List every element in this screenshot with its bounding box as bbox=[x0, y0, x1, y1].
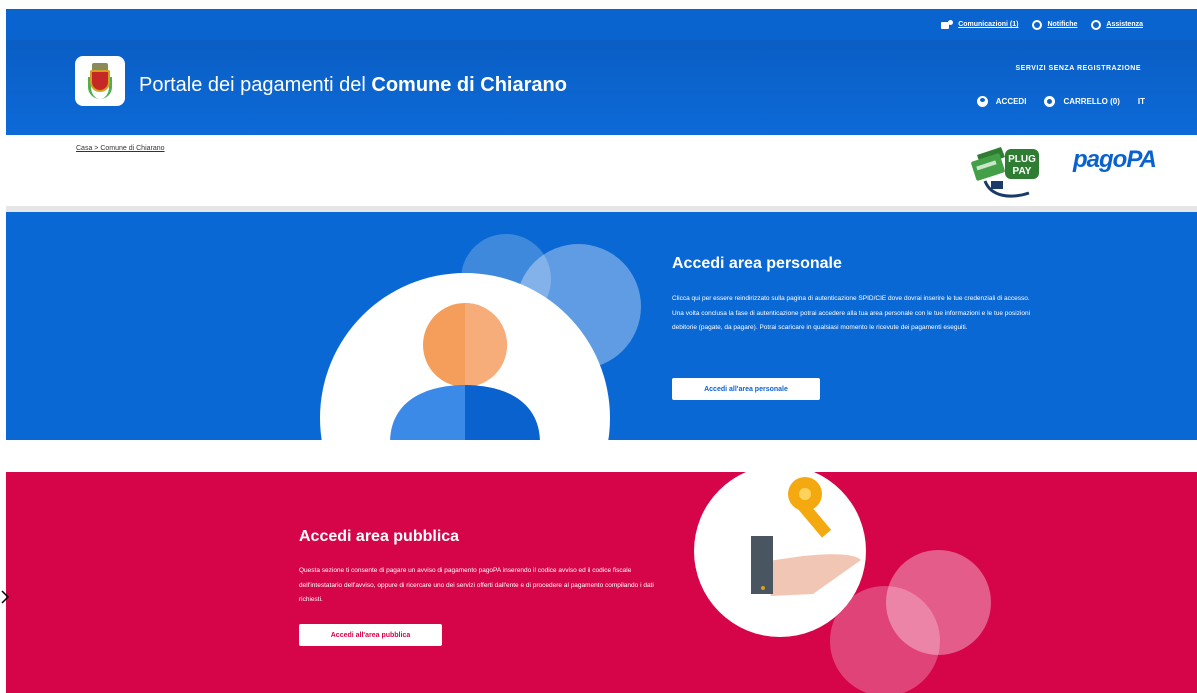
comunicazioni-link[interactable]: Comunicazioni (1) bbox=[941, 19, 1019, 30]
carrello-label: CARRELLO (0) bbox=[1063, 97, 1120, 106]
area-personale-description: Clicca qui per essere reindirizzato sull… bbox=[672, 295, 1031, 331]
area-pubblica-section: Accedi area pubblica Questa sezione ti c… bbox=[6, 472, 1197, 693]
notifiche-link[interactable]: Notifiche bbox=[1032, 19, 1078, 30]
comune-logo[interactable] bbox=[75, 56, 125, 106]
servizi-senza-registrazione-link[interactable]: SERVIZI SENZA REGISTRAZIONE bbox=[1015, 65, 1141, 72]
notification-icon bbox=[1032, 19, 1043, 30]
comunicazioni-label: Comunicazioni (1) bbox=[958, 21, 1019, 28]
plug-pay-line1: PLUG bbox=[1008, 154, 1036, 165]
utility-links: Comunicazioni (1) Notifiche Assistenza bbox=[941, 9, 1143, 40]
top-utility-bar: Comunicazioni (1) Notifiche Assistenza bbox=[6, 9, 1197, 40]
megaphone-icon bbox=[941, 19, 954, 30]
person-illustration-icon bbox=[320, 273, 610, 440]
breadcrumb[interactable]: Casa > Comune di Chiarano bbox=[76, 145, 165, 152]
chevron-right-icon[interactable] bbox=[0, 589, 10, 605]
user-icon bbox=[976, 96, 988, 107]
plug-pay-logo: PLUG PAY bbox=[971, 147, 1039, 198]
area-personale-section: Accedi area personale Clicca qui per ess… bbox=[6, 212, 1197, 440]
pagopa-logo: pagoPA bbox=[1073, 146, 1157, 173]
language-label: IT bbox=[1137, 97, 1145, 106]
notifiche-label: Notifiche bbox=[1047, 21, 1078, 28]
area-pubblica-description: Questa sezione ti consente di pagare un … bbox=[299, 567, 654, 603]
portal-title-entity: Comune di Chiarano bbox=[371, 74, 567, 96]
site-header: Portale dei pagamenti del Comune di Chia… bbox=[6, 40, 1197, 135]
accedi-button[interactable]: ACCEDI bbox=[976, 96, 1027, 107]
area-personale-button[interactable]: Accedi all'area personale bbox=[672, 378, 820, 400]
header-actions: ACCEDI CARRELLO (0) IT bbox=[976, 96, 1145, 107]
area-personale-title: Accedi area personale bbox=[672, 255, 842, 272]
plug-pay-line2: PAY bbox=[1013, 166, 1032, 177]
coat-of-arms-icon bbox=[88, 63, 112, 99]
accedi-label: ACCEDI bbox=[995, 97, 1027, 106]
portal-title-prefix: Portale dei pagamenti del bbox=[139, 74, 372, 96]
carrello-button[interactable]: CARRELLO (0) bbox=[1044, 96, 1120, 107]
portal-title: Portale dei pagamenti del Comune di Chia… bbox=[139, 74, 567, 97]
area-pubblica-title: Accedi area pubblica bbox=[299, 528, 460, 545]
assistenza-label: Assistenza bbox=[1106, 21, 1143, 28]
assistenza-link[interactable]: Assistenza bbox=[1091, 19, 1143, 30]
help-icon bbox=[1091, 19, 1102, 30]
language-selector[interactable]: IT bbox=[1138, 97, 1145, 106]
cart-icon bbox=[1044, 96, 1056, 107]
area-pubblica-button[interactable]: Accedi all'area pubblica bbox=[299, 624, 442, 646]
